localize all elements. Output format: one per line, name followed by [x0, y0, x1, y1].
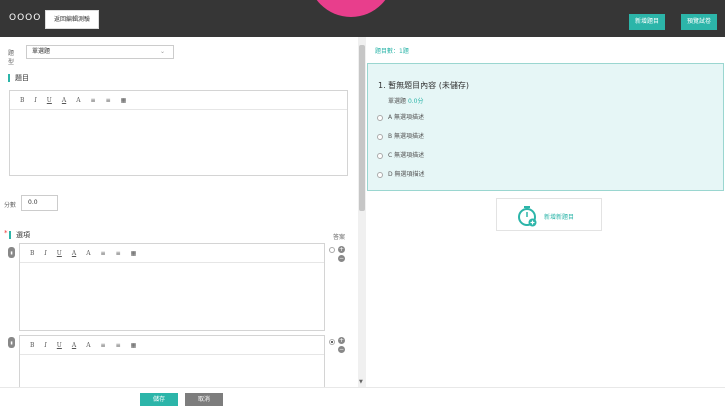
preview-panel: 題目數：1題 1. 暫無題目內容 (未儲存) 單選題 0.0分 A 無選項描述 … [366, 37, 725, 387]
add-question-button[interactable]: 新增題目 [629, 14, 666, 30]
editor-scrollbar[interactable]: ▼ [358, 37, 366, 387]
question-type-label: 題型 [8, 50, 15, 66]
option-a-answer-radio[interactable] [329, 247, 335, 253]
preview-option: C 無選項描述 [377, 150, 424, 159]
question-type-value: 單選題 [32, 48, 51, 55]
radio-icon [377, 133, 383, 140]
back-to-edit-button[interactable]: 返回編輯測驗 [45, 10, 100, 29]
option-b-answer-radio[interactable] [329, 339, 335, 345]
preview-option: B 無選項描述 [377, 131, 424, 140]
radio-icon [377, 152, 383, 159]
option-a-editor[interactable]: B I U A A ≡ ≡ ▦ [19, 243, 325, 331]
option-b-editor[interactable]: B I U A A ≡ ≡ ▦ [19, 335, 325, 387]
scrollbar-thumb[interactable] [359, 45, 365, 211]
remove-option-icon[interactable]: − [338, 255, 345, 262]
bold-icon[interactable]: B [30, 342, 34, 349]
answer-column-label: 答案 [333, 234, 346, 241]
image-icon[interactable]: ▦ [131, 342, 137, 349]
preview-question-type: 單選題 [388, 98, 407, 105]
underline-icon[interactable]: U [57, 250, 62, 257]
unordered-list-icon[interactable]: ≡ [116, 250, 121, 257]
stopwatch-add-icon [518, 206, 537, 227]
highlight-icon[interactable]: A [76, 97, 80, 104]
option-b-badge-icon: ▮ [8, 337, 15, 348]
bold-icon[interactable]: B [30, 250, 34, 257]
underline-icon[interactable]: U [47, 97, 52, 104]
option-a-toolbar: B I U A A ≡ ≡ ▦ [20, 244, 324, 263]
add-option-icon[interactable]: + [338, 337, 345, 344]
font-color-icon[interactable]: A [72, 250, 76, 257]
question-editor-toolbar: B I U A A ≡ ≡ ▦ [10, 91, 347, 110]
question-type-select[interactable]: 單選題 ⌄ [26, 45, 174, 59]
preview-question-meta: 單選題 0.0分 [388, 96, 423, 105]
score-input[interactable]: 0.0 [21, 195, 58, 211]
add-new-question-button[interactable]: 新增新題目 [496, 198, 602, 231]
preview-paper-button[interactable]: 預覽試卷 [681, 14, 718, 30]
question-count: 題目數：1題 [375, 48, 409, 55]
image-icon[interactable]: ▦ [131, 250, 137, 257]
ordered-list-icon[interactable]: ≡ [101, 342, 106, 349]
preview-option-text: D 無選項描述 [388, 171, 425, 178]
preview-question-score: 0.0分 [407, 98, 424, 105]
font-color-icon[interactable]: A [62, 97, 66, 104]
unordered-list-icon[interactable]: ≡ [106, 97, 111, 104]
option-b-toolbar: B I U A A ≡ ≡ ▦ [20, 336, 324, 355]
cancel-button[interactable]: 取消 [185, 393, 223, 406]
font-color-icon[interactable]: A [72, 342, 76, 349]
unordered-list-icon[interactable]: ≡ [116, 342, 121, 349]
question-section-label: 題目 [8, 74, 29, 82]
ordered-list-icon[interactable]: ≡ [101, 250, 106, 257]
save-button[interactable]: 儲存 [140, 393, 178, 406]
preview-option-text: C 無選項描述 [388, 152, 425, 159]
highlight-icon[interactable]: A [86, 250, 90, 257]
question-editor[interactable]: B I U A A ≡ ≡ ▦ [9, 90, 348, 176]
add-option-icon[interactable]: + [338, 246, 345, 253]
question-editor-panel: 題型 單選題 ⌄ 題目 B I U A A ≡ ≡ ▦ 分數 0.0 * 選項 … [0, 37, 358, 387]
image-icon[interactable]: ▦ [121, 97, 127, 104]
options-section-label: 選項 [9, 231, 30, 239]
radio-icon [377, 114, 383, 121]
editor-footer: 儲存 取消 [0, 387, 725, 406]
radio-icon [377, 171, 383, 178]
required-mark: * [4, 229, 8, 237]
remove-option-icon[interactable]: − [338, 346, 345, 353]
ordered-list-icon[interactable]: ≡ [91, 97, 96, 104]
preview-question-title: 1. 暫無題目內容 (未儲存) [378, 81, 469, 90]
question-preview-card[interactable]: 1. 暫無題目內容 (未儲存) 單選題 0.0分 A 無選項描述 B 無選項描述… [367, 63, 724, 191]
option-a-badge-icon: ▮ [8, 247, 15, 258]
bold-icon[interactable]: B [20, 97, 24, 104]
italic-icon[interactable]: I [44, 342, 46, 349]
add-new-question-label: 新增新題目 [544, 214, 575, 221]
preview-option: D 無選項描述 [377, 169, 425, 178]
highlight-icon[interactable]: A [86, 342, 90, 349]
page-title: OOOO [9, 13, 42, 23]
scroll-down-icon[interactable]: ▼ [359, 379, 363, 385]
preview-option-text: B 無選項描述 [388, 133, 425, 140]
italic-icon[interactable]: I [44, 250, 46, 257]
score-label: 分數 [4, 202, 17, 209]
italic-icon[interactable]: I [34, 97, 36, 104]
preview-option: A 無選項描述 [377, 112, 424, 121]
preview-option-text: A 無選項描述 [388, 114, 425, 121]
underline-icon[interactable]: U [57, 342, 62, 349]
chevron-down-icon: ⌄ [159, 48, 165, 55]
